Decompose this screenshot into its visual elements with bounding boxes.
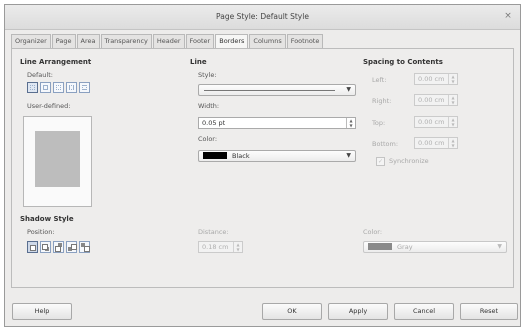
window-title: Page Style: Default Style [216, 12, 309, 21]
tab-area[interactable]: Area [76, 34, 100, 48]
top-spin-buttons[interactable]: ▲ ▼ [448, 117, 457, 127]
line-style-sample [204, 90, 335, 91]
default-label: Default: [27, 71, 53, 79]
tab-bar: Organizer Page Area Transparency Header … [11, 34, 324, 49]
left-spacing-value: 0.00 cm [418, 75, 445, 83]
shadow-color-value: Gray [397, 243, 413, 251]
preview-page-shape [35, 131, 80, 187]
distance-spin-buttons[interactable]: ▲ ▼ [233, 242, 242, 252]
right-label: Right: [372, 97, 392, 105]
tab-page[interactable]: Page [51, 34, 76, 48]
dropdown-arrow-icon: ▼ [497, 243, 502, 250]
default-presets [27, 82, 92, 93]
preset-box-inner-button[interactable] [53, 82, 64, 93]
dropdown-arrow-icon: ▼ [346, 152, 351, 159]
tab-footer[interactable]: Footer [185, 34, 215, 48]
bottom-spin-buttons[interactable]: ▲ ▼ [448, 138, 457, 148]
shadow-position-label: Position: [27, 228, 55, 236]
bottom-label: Bottom: [372, 140, 399, 148]
spin-down-icon[interactable]: ▼ [349, 123, 352, 128]
checkmark-icon: ✓ [377, 158, 384, 165]
shadow-none-button[interactable] [27, 241, 38, 253]
user-defined-label: User-defined: [27, 102, 71, 110]
cancel-button[interactable]: Cancel [394, 303, 454, 320]
line-width-value: 0.05 pt [202, 119, 226, 127]
button-bar: Help OK Apply Cancel Reset [5, 292, 520, 328]
shadow-color-dropdown[interactable]: Gray ▼ [363, 241, 507, 253]
line-color-dropdown[interactable]: Black ▼ [198, 150, 356, 162]
dropdown-arrow-icon: ▼ [346, 86, 351, 93]
synchronize-label: Synchronize [389, 157, 429, 165]
width-spin-buttons[interactable]: ▲ ▼ [346, 118, 355, 128]
right-spin-buttons[interactable]: ▲ ▼ [448, 95, 457, 105]
shadow-style-title: Shadow Style [20, 215, 74, 223]
spacing-title: Spacing to Contents [363, 58, 443, 66]
tab-footnote[interactable]: Footnote [286, 34, 324, 48]
left-label: Left: [372, 76, 387, 84]
shadow-distance-field[interactable]: 0.18 cm ▲ ▼ [198, 241, 243, 253]
reset-button[interactable]: Reset [460, 303, 518, 320]
top-label: Top: [372, 119, 386, 127]
line-style-dropdown[interactable]: ▼ [198, 84, 356, 96]
top-spacing-value: 0.00 cm [418, 118, 445, 126]
right-spacing-value: 0.00 cm [418, 96, 445, 104]
style-label: Style: [198, 71, 217, 79]
line-color-label: Color: [198, 135, 218, 143]
close-icon[interactable]: × [502, 10, 514, 22]
borders-panel: Line Arrangement Default: User-defined: … [11, 48, 514, 288]
apply-button[interactable]: Apply [328, 303, 388, 320]
line-color-value: Black [232, 152, 250, 160]
user-defined-preview[interactable] [23, 116, 92, 207]
shadow-distance-label: Distance: [198, 228, 229, 236]
width-label: Width: [198, 102, 220, 110]
line-title: Line [190, 58, 207, 66]
ok-button[interactable]: OK [262, 303, 322, 320]
shadow-top-right-button[interactable] [53, 241, 64, 253]
shadow-position-buttons [27, 241, 92, 253]
shadow-top-left-button[interactable] [79, 241, 90, 253]
tab-transparency[interactable]: Transparency [100, 34, 152, 48]
line-color-swatch [203, 152, 227, 159]
left-spin-buttons[interactable]: ▲ ▼ [448, 74, 457, 84]
shadow-color-label: Color: [363, 228, 383, 236]
left-spacing-field[interactable]: 0.00 cm ▲ ▼ [414, 73, 458, 85]
tab-header[interactable]: Header [152, 34, 185, 48]
line-arrangement-title: Line Arrangement [20, 58, 92, 66]
synchronize-checkbox[interactable]: ✓ [376, 157, 385, 166]
tab-organizer[interactable]: Organizer [11, 34, 51, 48]
tab-borders[interactable]: Borders [215, 34, 249, 49]
line-width-field[interactable]: 0.05 pt ▲ ▼ [198, 117, 356, 129]
preset-left-right-button[interactable] [66, 82, 77, 93]
shadow-bottom-left-button[interactable] [66, 241, 77, 253]
shadow-color-swatch [368, 243, 392, 250]
shadow-bottom-right-button[interactable] [40, 241, 51, 253]
shadow-distance-value: 0.18 cm [202, 243, 229, 251]
tab-columns[interactable]: Columns [249, 34, 286, 48]
top-spacing-field[interactable]: 0.00 cm ▲ ▼ [414, 116, 458, 128]
preset-none-button[interactable] [27, 82, 38, 93]
page-style-dialog: Page Style: Default Style × Organizer Pa… [4, 4, 521, 327]
right-spacing-field[interactable]: 0.00 cm ▲ ▼ [414, 94, 458, 106]
preset-top-bottom-button[interactable] [79, 82, 90, 93]
preset-box-button[interactable] [40, 82, 51, 93]
bottom-spacing-value: 0.00 cm [418, 139, 445, 147]
help-button[interactable]: Help [12, 303, 72, 320]
title-bar: Page Style: Default Style × [5, 5, 520, 30]
bottom-spacing-field[interactable]: 0.00 cm ▲ ▼ [414, 137, 458, 149]
